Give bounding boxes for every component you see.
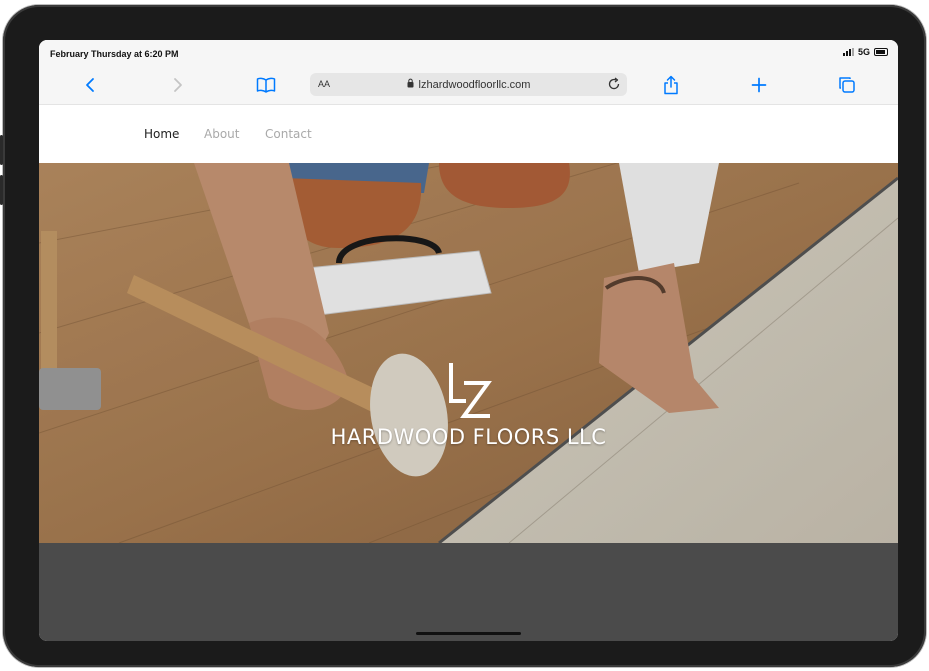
bookmarks-icon[interactable] [255,74,277,96]
status-time: February Thursday at 6:20 PM [50,49,179,59]
hero-title: HARDWOOD FLOORS LLC [330,425,607,449]
reload-icon[interactable] [607,77,621,96]
status-bar: February Thursday at 6:20 PM 5G [39,40,898,66]
content-section [39,543,898,641]
browser-toolbar: AA lzhardwoodfloorllc.com [39,66,898,105]
battery-icon [874,48,888,56]
hero-banner: HARDWOOD FLOORS LLC [39,163,898,543]
screen: February Thursday at 6:20 PM 5G AA lzhar… [39,40,898,641]
signal-icon [842,48,854,56]
url-display: lzhardwoodfloorllc.com [310,78,627,91]
nav-home-link[interactable]: Home [144,127,179,141]
address-bar[interactable]: AA lzhardwoodfloorllc.com [310,73,627,96]
site-nav: Home About Contact [39,105,898,163]
new-tab-icon[interactable] [748,74,770,96]
tablet-frame: February Thursday at 6:20 PM 5G AA lzhar… [0,5,926,667]
side-button [0,175,3,205]
network-label: 5G [857,47,870,57]
share-icon[interactable] [660,74,682,96]
logo-mark [448,361,492,424]
home-indicator[interactable] [416,632,521,635]
lock-icon [407,78,414,91]
side-button [0,135,3,165]
tabs-icon[interactable] [836,74,858,96]
nav-contact-link[interactable]: Contact [265,127,312,141]
back-icon[interactable] [79,74,101,96]
hero-photo [39,163,898,543]
nav-about-link[interactable]: About [204,127,239,141]
url-text: lzhardwoodfloorllc.com [418,78,531,91]
status-indicators: 5G [842,47,888,57]
forward-icon[interactable] [167,74,189,96]
